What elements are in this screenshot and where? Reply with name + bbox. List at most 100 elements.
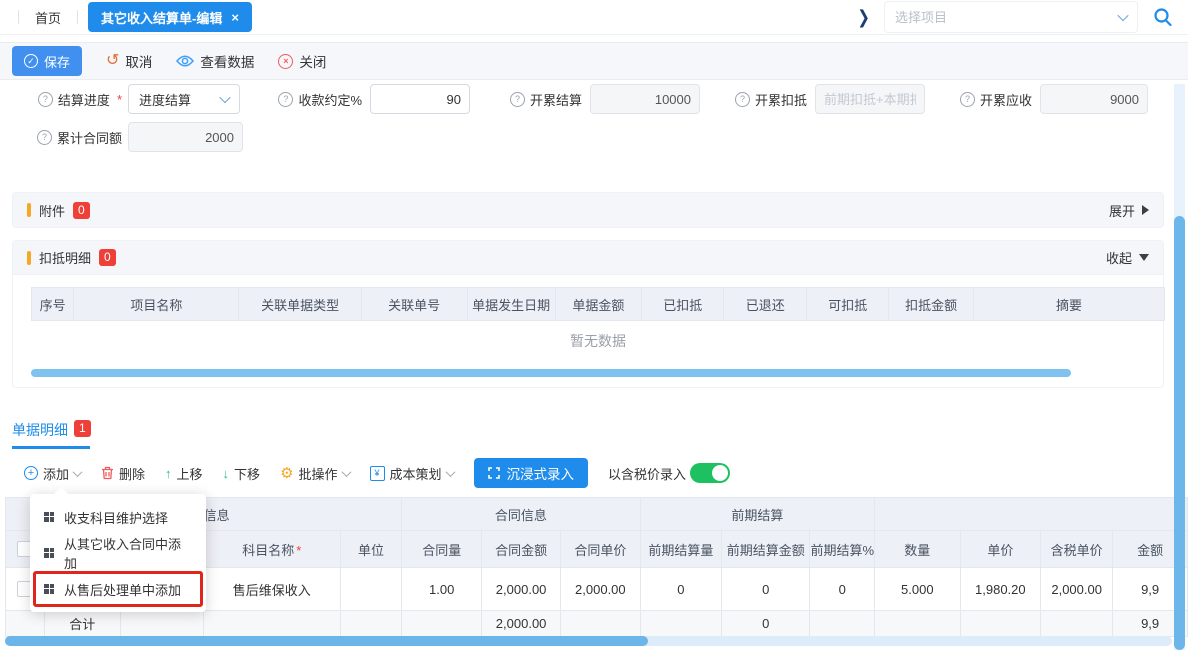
cell-price: 1,980.20: [960, 568, 1041, 611]
tab-home[interactable]: 首页: [19, 8, 77, 27]
payment-pct-input[interactable]: [370, 84, 470, 114]
tab-close-icon[interactable]: ×: [231, 11, 239, 24]
scrollbar-thumb[interactable]: [1174, 216, 1185, 650]
column-header: 关联单据类型: [239, 288, 361, 321]
search-icon[interactable]: [1152, 6, 1174, 28]
expand-button[interactable]: 展开: [1109, 201, 1149, 220]
cell-contract-qty: 1.00: [402, 568, 482, 611]
tab-active-document[interactable]: 其它收入结算单-编辑 ×: [88, 2, 252, 32]
view-data-button[interactable]: 查看数据: [176, 51, 254, 71]
cancel-button[interactable]: 取消: [106, 51, 152, 71]
deduction-table: 序号 项目名称 关联单据类型 关联单号 单据发生日期 单据金额 已扣抵 已退还 …: [31, 287, 1165, 321]
summary-row: 合计 2,000.00 0 9,9: [6, 611, 1188, 637]
column-header: 单价: [960, 531, 1041, 568]
summary-prev-amount: 0: [721, 611, 810, 637]
chevron-right-icon[interactable]: ❯: [857, 6, 870, 28]
help-icon[interactable]: [38, 92, 53, 107]
cell-empty: [402, 611, 482, 637]
tabbar-right-tools: ❯: [857, 1, 1188, 33]
chevron-down-icon: [341, 467, 351, 477]
group-header-current: [875, 498, 1188, 531]
expand-label: 展开: [1109, 201, 1135, 220]
move-down-button[interactable]: 下移: [223, 464, 261, 483]
settle-progress-select[interactable]: 进度结算: [128, 84, 240, 114]
chevron-down-icon: [445, 467, 455, 477]
triangle-right-icon: [1142, 205, 1149, 215]
plus-circle-icon: [24, 466, 38, 480]
summary-label: 合计: [44, 611, 120, 637]
grid-icon: [44, 512, 55, 523]
menu-item-subject-select[interactable]: 收支科目维护选择: [30, 499, 206, 535]
trash-icon: [101, 466, 114, 480]
cell-empty: [340, 611, 401, 637]
triangle-down-icon: [1139, 254, 1149, 261]
cost-plan-button[interactable]: 成本策划: [370, 464, 454, 483]
undo-icon: [106, 53, 119, 69]
column-header: 单据发生日期: [467, 288, 555, 321]
immersive-entry-button[interactable]: 沉浸式录入: [474, 458, 589, 488]
tax-toggle-label: 以含税价录入: [608, 464, 686, 483]
group-header-contract: 合同信息: [402, 498, 641, 531]
help-icon[interactable]: [37, 130, 52, 145]
cell-empty: [560, 611, 640, 637]
deduction-title: 扣抵明细: [39, 248, 91, 267]
menu-item-from-income-contract[interactable]: 从其它收入合同中添加: [30, 535, 206, 571]
menu-item-from-aftersales[interactable]: 从售后处理单中添加: [33, 571, 203, 607]
attachments-section: 附件 0 展开: [12, 192, 1164, 228]
close-label: 关闭: [299, 51, 326, 71]
column-header: 数量: [875, 531, 960, 568]
cell-prev-amount: 0: [721, 568, 810, 611]
move-up-button[interactable]: 上移: [165, 464, 203, 483]
group-header-prev: 前期结算: [640, 498, 874, 531]
tab-separator: [77, 10, 78, 24]
batch-ops-button[interactable]: 批操作: [280, 464, 349, 483]
gear-icon: [280, 466, 293, 481]
scrollbar-thumb[interactable]: [5, 636, 648, 646]
save-button[interactable]: 保存: [12, 46, 82, 76]
action-toolbar: 保存 取消 查看数据 关闭: [0, 42, 1188, 80]
help-icon[interactable]: [735, 92, 750, 107]
grid-icon: [44, 548, 55, 559]
empty-state-text: 暂无数据: [31, 331, 1165, 351]
cum-deduct-input: [815, 84, 925, 114]
delete-button[interactable]: 删除: [101, 464, 145, 483]
help-icon[interactable]: [278, 92, 293, 107]
help-icon[interactable]: [960, 92, 975, 107]
cell-subject: 售后维保收入: [203, 568, 340, 611]
app-window: 首页 其它收入结算单-编辑 × ❯ 保存: [0, 0, 1188, 650]
field-label: 开累结算: [498, 90, 582, 109]
deduction-section: 扣抵明细 0 收起 序号 项目名称 关联单据类型 关联单号 单据发生日期: [12, 240, 1164, 388]
cell-empty: [1041, 611, 1113, 637]
project-select-input[interactable]: [885, 10, 1119, 25]
grid-icon: [44, 584, 55, 595]
column-header: 合同金额: [482, 531, 561, 568]
move-up-label: 上移: [177, 464, 203, 483]
cum-settle-input: [590, 84, 700, 114]
cum-receivable-input: [1040, 84, 1148, 114]
help-icon[interactable]: [510, 92, 525, 107]
close-button[interactable]: 关闭: [278, 51, 326, 71]
cell-empty: [875, 611, 960, 637]
section-marker-bar: [27, 251, 31, 265]
yuan-square-icon: [370, 466, 385, 481]
project-select[interactable]: [884, 1, 1138, 33]
arrow-down-icon: [223, 466, 230, 481]
tax-price-toggle[interactable]: [690, 463, 730, 483]
tab-document-detail[interactable]: 单据明细 1: [12, 420, 91, 440]
field-label: 累计合同额: [20, 128, 122, 147]
check-circle-icon: [24, 54, 38, 68]
attachments-header[interactable]: 附件 0 展开: [12, 192, 1164, 228]
attachments-count-badge: 0: [73, 202, 90, 219]
scrollbar-thumb[interactable]: [31, 369, 1071, 377]
batch-ops-label: 批操作: [299, 464, 338, 483]
close-circle-icon: [278, 54, 293, 69]
view-data-label: 查看数据: [200, 51, 254, 71]
cell-unit: [340, 568, 401, 611]
add-button[interactable]: 添加: [24, 464, 81, 483]
column-header: 项目名称: [74, 288, 239, 321]
delete-label: 删除: [119, 464, 145, 483]
deduction-header[interactable]: 扣抵明细 0 收起: [13, 241, 1163, 275]
detail-tab-label: 单据明细: [12, 420, 68, 440]
menu-item-label: 从售后处理单中添加: [64, 580, 181, 599]
collapse-button[interactable]: 收起: [1106, 248, 1149, 267]
